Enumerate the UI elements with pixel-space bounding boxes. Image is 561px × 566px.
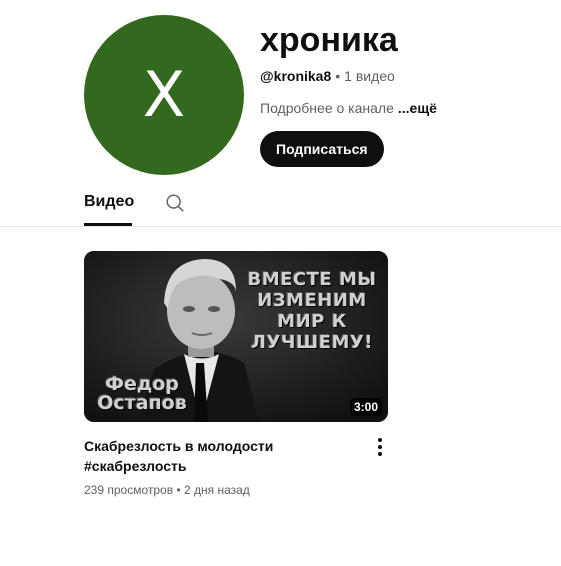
video-views: 239 просмотров: [84, 483, 174, 497]
more-vert-icon[interactable]: [370, 436, 390, 458]
subscribe-button[interactable]: Подписаться: [260, 131, 384, 167]
avatar-letter: X: [142, 58, 186, 131]
video-duration: 3:00: [349, 398, 382, 416]
video-age: 2 дня назад: [183, 483, 250, 497]
video-title-line1: Скабрезлость в молодости: [84, 438, 274, 454]
about-text: Подробнее о канале: [260, 100, 394, 116]
kebab-dot: [378, 452, 382, 456]
video-title[interactable]: Скабрезлость в молодости #скабрезлость: [84, 436, 354, 476]
tabs-divider: [0, 226, 561, 227]
video-thumbnail[interactable]: ВМЕСТЕ МЫ ИЗМЕНИМ МИР К ЛУЧШЕМУ! Федор О…: [84, 251, 388, 422]
search-icon[interactable]: [164, 192, 186, 214]
channel-meta: @kronika8 • 1 видео: [260, 68, 395, 84]
thumbnail-name-line2: Остапов: [97, 392, 187, 414]
kebab-dot: [378, 445, 382, 449]
meta-separator: •: [335, 68, 341, 84]
channel-avatar[interactable]: X: [84, 15, 244, 175]
video-count: 1 видео: [344, 68, 395, 84]
stats-separator: •: [176, 483, 181, 497]
video-stats: 239 просмотров • 2 дня назад: [84, 483, 250, 497]
more-link[interactable]: ...ещё: [398, 100, 437, 116]
channel-name: хроника: [260, 21, 398, 59]
thumbnail-name: Федор Остапов: [92, 375, 192, 413]
kebab-dot: [378, 438, 382, 442]
thumbnail-slogan: ВМЕСТЕ МЫ ИЗМЕНИМ МИР К ЛУЧШЕМУ!: [247, 269, 377, 353]
video-title-line2: #скабрезлость: [84, 458, 187, 474]
channel-handle: @kronika8: [260, 68, 332, 84]
tab-videos[interactable]: Видео: [84, 193, 134, 211]
channel-about[interactable]: Подробнее о канале ...ещё: [260, 100, 437, 116]
